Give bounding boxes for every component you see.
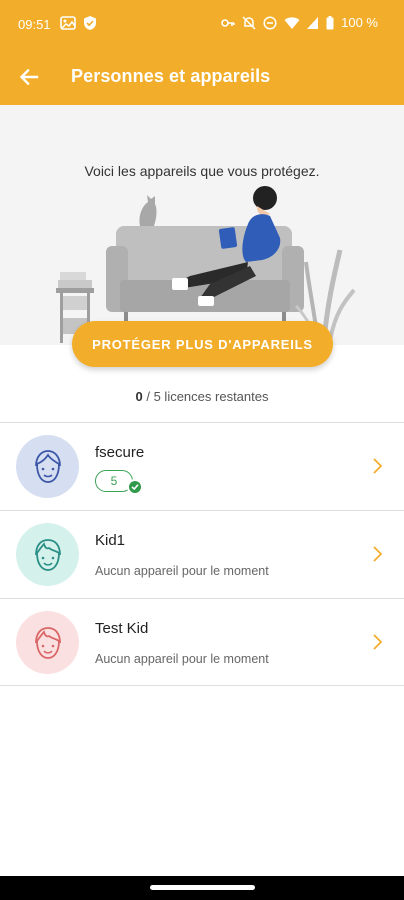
- system-navigation-bar: [0, 876, 404, 900]
- app-bar: Personnes et appareils: [0, 48, 404, 105]
- list-item[interactable]: fsecure 5: [0, 422, 404, 510]
- back-button[interactable]: [14, 62, 44, 92]
- hero-section: Voici les appareils que vous protégez.: [0, 105, 404, 345]
- mute-icon: [242, 15, 256, 30]
- protect-more-devices-button[interactable]: PROTÉGER PLUS D'APPAREILS: [72, 321, 333, 367]
- person-name: Test Kid: [95, 620, 149, 637]
- status-bar: 09:51 100 %: [0, 0, 404, 48]
- avatar: [16, 611, 79, 674]
- list-item[interactable]: Kid1 Aucun appareil pour le moment: [0, 510, 404, 598]
- kid-face-icon: [34, 626, 61, 659]
- licenses-total-label: / 5 licences restantes: [142, 389, 269, 404]
- avatar: [16, 435, 79, 498]
- dnd-icon: [263, 15, 277, 30]
- key-icon: [221, 18, 235, 27]
- arrow-back-icon: [19, 68, 39, 86]
- list-item[interactable]: Test Kid Aucun appareil pour le moment: [0, 598, 404, 686]
- chevron-right-icon: [373, 458, 383, 474]
- check-icon: [127, 479, 143, 495]
- wifi-icon: [284, 16, 300, 29]
- battery-icon: [326, 15, 334, 29]
- photos-icon: [60, 16, 76, 30]
- shield-check-icon: [84, 16, 96, 30]
- home-gesture-handle[interactable]: [150, 885, 255, 890]
- people-list: fsecure 5 Kid1 Aucun appareil pour le mo…: [0, 422, 404, 686]
- person-device-status: Aucun appareil pour le moment: [95, 564, 269, 578]
- avatar: [16, 523, 79, 586]
- status-time: 09:51: [18, 17, 51, 32]
- person-name: fsecure: [95, 444, 145, 461]
- person-device-status: Aucun appareil pour le moment: [95, 652, 269, 666]
- licenses-remaining: 0 / 5 licences restantes: [0, 389, 404, 404]
- chevron-right-icon: [373, 546, 383, 562]
- licenses-used: 0: [135, 389, 143, 404]
- signal-icon: [307, 16, 319, 29]
- page-title: Personnes et appareils: [71, 66, 271, 86]
- kid-face-icon: [34, 538, 61, 571]
- battery-level: 100 %: [341, 15, 378, 30]
- chevron-right-icon: [373, 634, 383, 650]
- adult-face-icon: [34, 449, 61, 483]
- person-name: Kid1: [95, 532, 126, 549]
- hero-caption: Voici les appareils que vous protégez.: [84, 163, 320, 179]
